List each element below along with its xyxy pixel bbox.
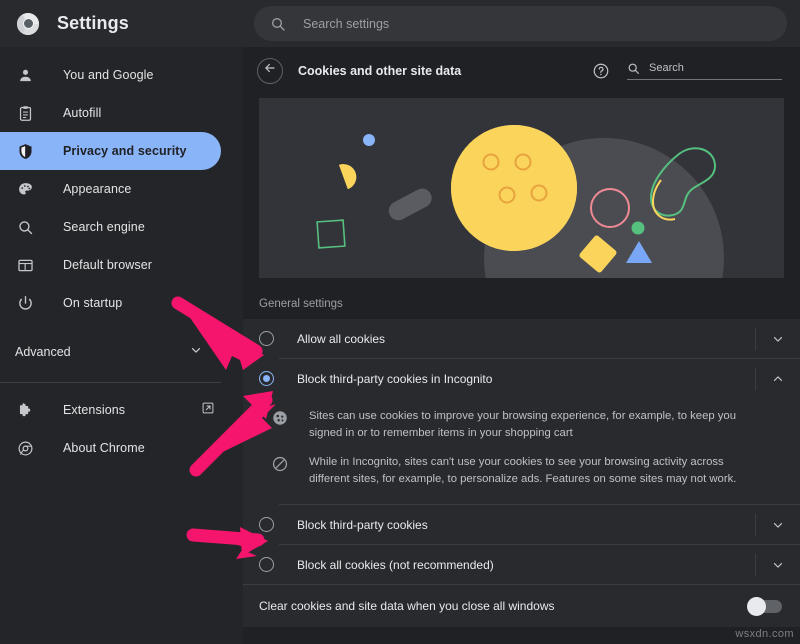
option-expand-area (755, 359, 800, 398)
help-circle-icon[interactable] (592, 62, 610, 80)
search-icon (270, 16, 286, 32)
settings-search-placeholder: Search settings (303, 17, 389, 31)
option-label: Block third-party cookies (297, 518, 428, 532)
detail-row: While in Incognito, sites can't use your… (271, 448, 782, 494)
page-header-actions: Search (592, 62, 782, 80)
sidebar-item-label: Default browser (63, 258, 152, 272)
chevron-down-icon (189, 343, 203, 362)
chevron-down-icon[interactable] (756, 319, 800, 358)
power-icon (15, 293, 35, 313)
sidebar-item-label: Privacy and security (63, 144, 187, 158)
watermark: wsxdn.com (735, 628, 794, 640)
arrow-left-icon (263, 61, 277, 80)
sidebar-item-label: Extensions (63, 403, 125, 417)
detail-text: While in Incognito, sites can't use your… (309, 454, 764, 488)
search-icon (627, 62, 640, 75)
sidebar-divider (0, 382, 221, 383)
sidebar-item-label: Appearance (63, 182, 131, 196)
browser-window-icon (15, 255, 35, 275)
puzzle-icon (15, 400, 35, 420)
option-block-third-party-cookies[interactable]: Block third-party cookies (243, 505, 800, 544)
radio-button[interactable] (259, 557, 274, 572)
detail-text: Sites can use cookies to improve your br… (309, 408, 764, 442)
option-label: Allow all cookies (297, 332, 385, 346)
cookie-icon (271, 409, 289, 427)
app-title: Settings (57, 13, 129, 34)
cookie-illustration (259, 98, 784, 278)
sidebar-item-label: On startup (63, 296, 122, 310)
option-expand-area (755, 545, 800, 584)
back-button[interactable] (257, 58, 283, 84)
sidebar-item-on-startup[interactable]: On startup (0, 284, 221, 322)
brand-area: Settings (0, 0, 243, 47)
option-block-third-party-incognito[interactable]: Block third-party cookies in Incognito (243, 359, 800, 398)
external-link-icon[interactable] (201, 401, 215, 420)
sidebar-item-label: About Chrome (63, 441, 145, 455)
chrome-logo-icon (15, 438, 35, 458)
sidebar-advanced-label: Advanced (15, 345, 71, 359)
toggle-knob (747, 597, 766, 616)
option-allow-all-cookies[interactable]: Allow all cookies (243, 319, 800, 358)
sidebar-item-label: Search engine (63, 220, 145, 234)
block-icon (271, 455, 289, 473)
general-settings-card: Allow all cookies Block third-party cook… (243, 319, 800, 627)
clear-cookies-label: Clear cookies and site data when you clo… (259, 599, 555, 613)
chrome-logo-icon (17, 13, 39, 35)
sidebar: You and Google Autofill Privacy and secu… (0, 47, 243, 644)
clear-cookies-row[interactable]: Clear cookies and site data when you clo… (243, 585, 800, 627)
sidebar-item-label: Autofill (63, 106, 101, 120)
sidebar-item-default-browser[interactable]: Default browser (0, 246, 221, 284)
sidebar-item-privacy-and-security[interactable]: Privacy and security (0, 132, 221, 170)
sidebar-item-autofill[interactable]: Autofill (0, 94, 221, 132)
sidebar-item-extensions[interactable]: Extensions (0, 391, 221, 429)
option-block-all-cookies[interactable]: Block all cookies (not recommended) (243, 545, 800, 584)
page-title: Cookies and other site data (298, 64, 461, 78)
palette-icon (15, 179, 35, 199)
sidebar-item-label: You and Google (63, 68, 154, 82)
option-label: Block third-party cookies in Incognito (297, 372, 492, 386)
sidebar-advanced-toggle[interactable]: Advanced (0, 332, 243, 372)
sidebar-item-appearance[interactable]: Appearance (0, 170, 221, 208)
sidebar-item-you-and-google[interactable]: You and Google (0, 56, 221, 94)
main-content: Cookies and other site data Search (243, 47, 800, 644)
option-expand-area (755, 505, 800, 544)
top-bar: Settings Search settings (0, 0, 800, 47)
page-header: Cookies and other site data Search (243, 47, 800, 94)
clipboard-icon (15, 103, 35, 123)
section-title-general-settings: General settings (243, 278, 800, 319)
radio-button[interactable] (259, 331, 274, 346)
search-icon (15, 217, 35, 237)
option-expand-area (755, 319, 800, 358)
radio-button[interactable] (259, 517, 274, 532)
chevron-down-icon[interactable] (756, 545, 800, 584)
page-search-placeholder: Search (649, 62, 684, 74)
sidebar-item-about-chrome[interactable]: About Chrome (0, 429, 221, 467)
shield-icon (15, 141, 35, 161)
person-icon (15, 65, 35, 85)
detail-row: Sites can use cookies to improve your br… (271, 402, 782, 448)
settings-window: Settings Search settings You and Google … (0, 0, 800, 644)
clear-cookies-toggle[interactable] (749, 600, 782, 613)
sidebar-item-search-engine[interactable]: Search engine (0, 208, 221, 246)
radio-button[interactable] (259, 371, 274, 386)
settings-search-input[interactable]: Search settings (254, 6, 787, 41)
option-details: Sites can use cookies to improve your br… (243, 398, 800, 504)
chevron-up-icon[interactable] (756, 359, 800, 398)
chevron-down-icon[interactable] (756, 505, 800, 544)
option-label: Block all cookies (not recommended) (297, 558, 494, 572)
page-search-input[interactable]: Search (627, 62, 782, 80)
